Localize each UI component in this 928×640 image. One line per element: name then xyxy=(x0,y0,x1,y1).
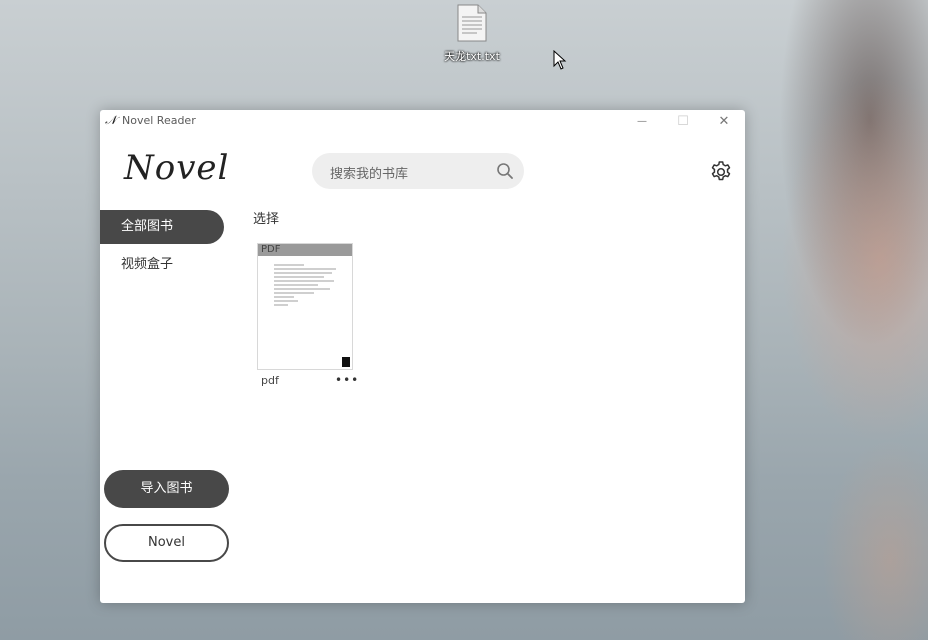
book-title: pdf xyxy=(261,374,279,387)
maximize-icon: ☐ xyxy=(677,113,689,129)
cover-text-line xyxy=(274,264,304,266)
minimize-icon: — xyxy=(637,115,647,127)
cover-pdf-badge: PDF xyxy=(261,244,281,255)
cover-ink-mark xyxy=(342,357,350,367)
sidebar-item-all-books[interactable]: 全部图书 xyxy=(100,210,224,244)
novel-button[interactable]: Novel xyxy=(104,524,229,562)
text-file-icon xyxy=(457,4,487,42)
search-box[interactable]: 搜索我的书库 xyxy=(312,153,524,189)
cover-text-line xyxy=(274,268,336,270)
sidebar-item-video-box[interactable]: 视频盒子 xyxy=(100,248,224,282)
cover-text-line xyxy=(274,304,288,306)
book-cover[interactable]: PDF xyxy=(257,243,353,370)
gear-icon[interactable] xyxy=(709,160,733,184)
cover-text-line xyxy=(274,300,298,302)
search-icon[interactable] xyxy=(496,162,514,180)
book-more-button[interactable]: ••• xyxy=(335,373,359,387)
desktop-file-label: 天龙txt.txt xyxy=(444,50,500,63)
arrow-cursor-icon xyxy=(553,50,567,70)
cover-text-line xyxy=(274,280,334,282)
title-bar[interactable]: 𝒩 Novel Reader — ☐ ✕ xyxy=(100,110,745,132)
cover-text-line xyxy=(274,292,314,294)
import-books-button[interactable]: 导入图书 xyxy=(104,470,229,508)
minimize-button[interactable]: — xyxy=(622,110,662,132)
book-card[interactable]: PDF pdf ••• xyxy=(257,243,358,387)
window-title: Novel Reader xyxy=(122,114,196,127)
app-logo: Novel xyxy=(124,148,230,188)
cover-text-line xyxy=(274,276,324,278)
app-window: 𝒩 Novel Reader — ☐ ✕ Novel 搜索我的书库 全部图书 视… xyxy=(100,110,745,603)
cover-text-line xyxy=(274,288,330,290)
maximize-button[interactable]: ☐ xyxy=(663,110,703,132)
desktop-file-icon[interactable]: 天龙txt.txt xyxy=(440,4,504,64)
close-button[interactable]: ✕ xyxy=(704,110,744,132)
cover-text-line xyxy=(274,284,318,286)
search-input[interactable]: 搜索我的书库 xyxy=(330,163,408,182)
cover-text-line xyxy=(274,296,294,298)
app-icon: 𝒩 xyxy=(105,113,117,127)
select-button[interactable]: 选择 xyxy=(253,208,279,227)
close-icon: ✕ xyxy=(718,113,730,129)
cover-text-line xyxy=(274,272,332,274)
